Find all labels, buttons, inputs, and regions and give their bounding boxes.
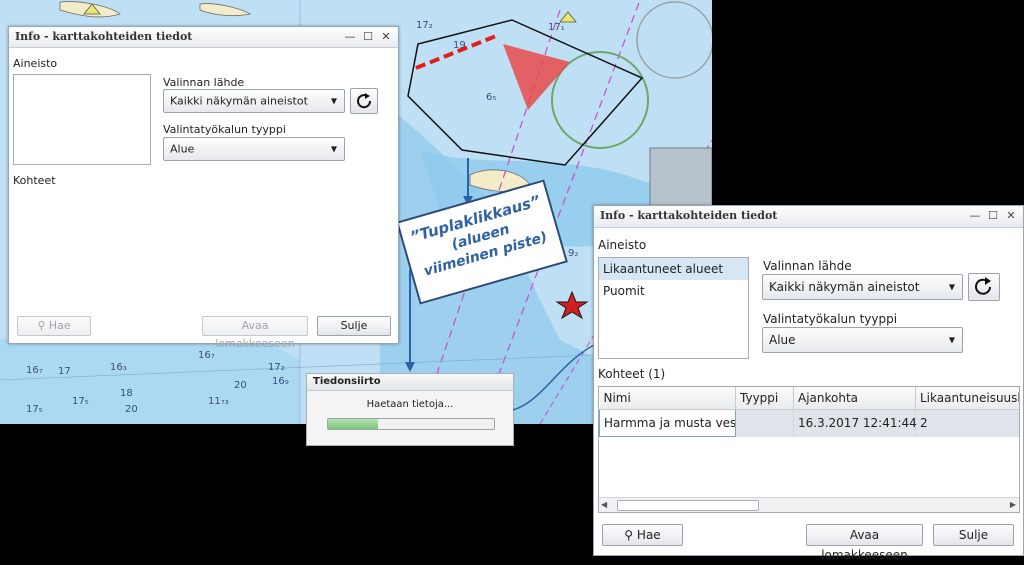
column-header-likaantuneisuusluokka[interactable]: Likaantuneisuusluokka <box>915 387 1019 410</box>
window-title: Info - karttakohteiden tiedot <box>15 30 193 43</box>
window-title: Info - karttakohteiden tiedot <box>600 209 778 222</box>
aineisto-label: Aineisto <box>13 57 58 70</box>
connector-arrow <box>512 338 603 411</box>
hae-label: Hae <box>48 319 71 332</box>
scrollbar-thumb[interactable] <box>617 500 759 511</box>
search-icon: ⚲ <box>37 319 46 332</box>
chevron-down-icon: ▼ <box>330 144 337 154</box>
column-header-tyyppi[interactable]: Tyyppi <box>735 387 794 410</box>
progress-bar <box>327 418 495 430</box>
tyyppi-select[interactable]: Alue ▼ <box>163 137 345 161</box>
depth-label: 11₇₃ <box>208 396 229 407</box>
avaa-lomakkeeseen-button[interactable]: Avaa lomakkeeseen <box>202 316 308 350</box>
table-cell[interactable]: Harmma ja musta vesi <box>599 409 736 437</box>
maximize-icon[interactable]: ☐ <box>985 208 1001 223</box>
depth-label: 16₉ <box>272 376 289 387</box>
kohteet-label: Kohteet (1) <box>598 367 665 381</box>
column-header-ajankohta[interactable]: Ajankohta <box>793 387 916 410</box>
tyyppi-label: Valintatyökalun tyyppi <box>763 312 898 326</box>
valinnan-lahde-label: Valinnan lähde <box>163 76 245 89</box>
depth-label: 17₁ <box>548 22 565 33</box>
info-window-small: Info - karttakohteiden tiedot — ☐ ✕ Aine… <box>8 26 399 350</box>
aineisto-label: Aineisto <box>598 238 647 252</box>
sulje-button[interactable]: Sulje <box>317 316 391 336</box>
depth-label: 20 <box>234 380 247 391</box>
tyyppi-label: Valintatyökalun tyyppi <box>163 123 286 136</box>
depth-label: 17₅ <box>72 396 89 407</box>
hae-button[interactable]: ⚲ Hae <box>602 524 683 546</box>
depth-label: 16₃ <box>110 362 127 373</box>
refresh-button[interactable] <box>968 273 1000 301</box>
progress-message: Haetaan tietoja... <box>366 399 454 410</box>
kohteet-text: Kohteet <box>598 367 645 381</box>
table-cell[interactable]: 16.3.2017 12:41:44 <box>793 409 917 437</box>
tyyppi-select[interactable]: Alue ▼ <box>762 327 963 353</box>
depth-label: 18 <box>120 388 133 399</box>
hae-button[interactable]: ⚲ Hae <box>17 316 91 336</box>
depth-label: 6₅ <box>486 92 497 103</box>
search-icon: ⚲ <box>624 528 634 542</box>
table-row[interactable]: Harmma ja musta vesi 16.3.2017 12:41:44 … <box>599 409 1019 437</box>
chevron-down-icon: ▼ <box>948 282 955 292</box>
depth-label: 9₂ <box>568 248 579 259</box>
depth-label: 20 <box>125 404 138 415</box>
minimize-icon[interactable]: — <box>342 29 358 44</box>
depth-label: 16₇ <box>198 350 215 361</box>
maximize-icon[interactable]: ☐ <box>360 29 376 44</box>
progress-dialog: Tiedonsiirto Haetaan tietoja... <box>306 373 514 446</box>
select-value: Alue <box>170 142 195 156</box>
valinnan-lahde-select[interactable]: Kaikki näkymän aineistot ▼ <box>762 274 963 300</box>
depth-label: 17 <box>58 366 71 377</box>
table-cell[interactable]: 2 <box>915 409 1019 437</box>
info-window-large: Info - karttakohteiden tiedot — ☐ ✕ Aine… <box>593 205 1024 562</box>
hae-label: Hae <box>636 528 661 542</box>
progress-dialog-title: Tiedonsiirto <box>307 374 513 391</box>
kohteet-table-container: Nimi Tyyppi Ajankohta Likaantuneisuusluo… <box>598 386 1020 513</box>
aineisto-list[interactable]: Likaantuneet alueet Puomit <box>598 257 749 359</box>
chevron-down-icon: ▼ <box>330 96 337 106</box>
refresh-icon <box>357 93 372 109</box>
avaa-lomakkeeseen-button[interactable]: Avaa lomakkeeseen <box>806 524 923 562</box>
kohteet-count: (1) <box>648 367 666 381</box>
scroll-left-icon[interactable]: ◀ <box>601 500 607 509</box>
window-titlebar[interactable]: Info - karttakohteiden tiedot — ☐ ✕ <box>594 206 1023 228</box>
aineisto-list[interactable] <box>13 74 151 165</box>
close-icon[interactable]: ✕ <box>378 29 394 44</box>
horizontal-scrollbar[interactable]: ◀ ▶ <box>599 497 1019 512</box>
progress-bar-fill <box>328 419 378 429</box>
valinnan-lahde-select[interactable]: Kaikki näkymän aineistot ▼ <box>163 89 345 113</box>
minimize-icon[interactable]: — <box>967 208 983 223</box>
depth-label: 19 <box>453 40 466 51</box>
kohteet-label: Kohteet <box>13 174 56 187</box>
depth-label: 16₇ <box>26 365 43 376</box>
close-icon[interactable]: ✕ <box>1003 208 1019 223</box>
depth-label: 17₂ <box>416 20 433 31</box>
valinnan-lahde-label: Valinnan lähde <box>763 259 852 273</box>
table-cell[interactable] <box>735 409 794 437</box>
chevron-down-icon: ▼ <box>948 335 955 345</box>
refresh-icon <box>975 277 991 295</box>
kohteet-table: Nimi Tyyppi Ajankohta Likaantuneisuusluo… <box>599 387 1019 437</box>
list-item[interactable]: Likaantuneet alueet <box>599 258 748 280</box>
window-titlebar[interactable]: Info - karttakohteiden tiedot — ☐ ✕ <box>9 27 398 48</box>
select-value: Alue <box>769 333 796 347</box>
sulje-button[interactable]: Sulje <box>933 524 1014 546</box>
select-value: Kaikki näkymän aineistot <box>769 280 920 294</box>
select-value: Kaikki näkymän aineistot <box>170 94 308 108</box>
depth-label: 17₅ <box>26 404 43 415</box>
list-item[interactable]: Puomit <box>599 280 748 302</box>
column-header-nimi[interactable]: Nimi <box>599 387 736 410</box>
depth-label: 17₂ <box>268 362 285 373</box>
scroll-right-icon[interactable]: ▶ <box>1010 500 1016 509</box>
refresh-button[interactable] <box>350 88 378 114</box>
